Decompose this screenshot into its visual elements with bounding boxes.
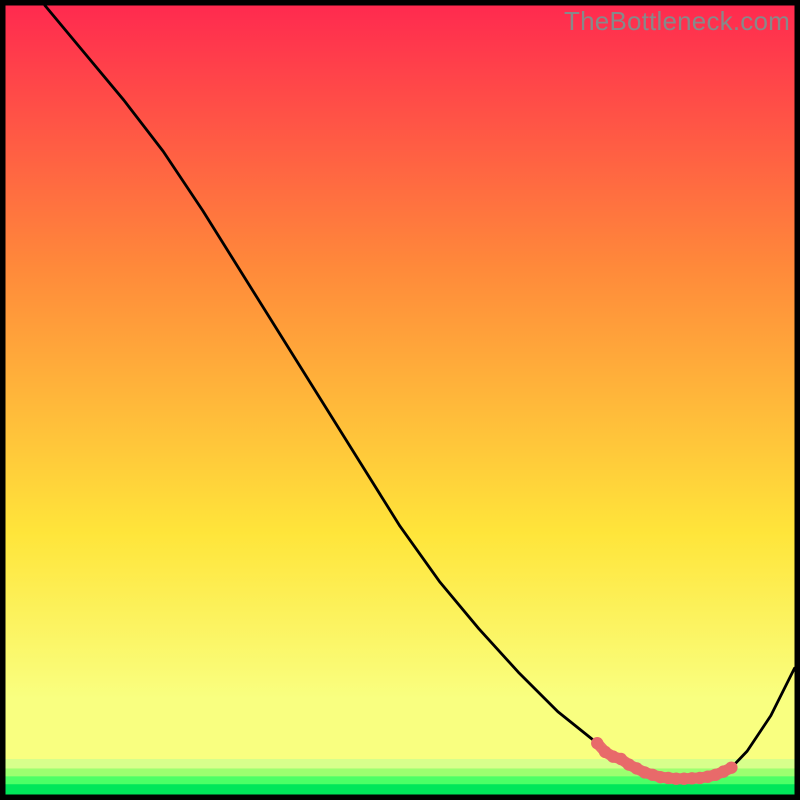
optimal-band-dot xyxy=(725,761,737,773)
bottom-band-0 xyxy=(6,759,795,769)
gradient-background xyxy=(6,6,795,759)
watermark-text: TheBottleneck.com xyxy=(564,6,790,37)
bottom-band-3 xyxy=(6,784,795,795)
bottleneck-chart xyxy=(0,0,800,800)
